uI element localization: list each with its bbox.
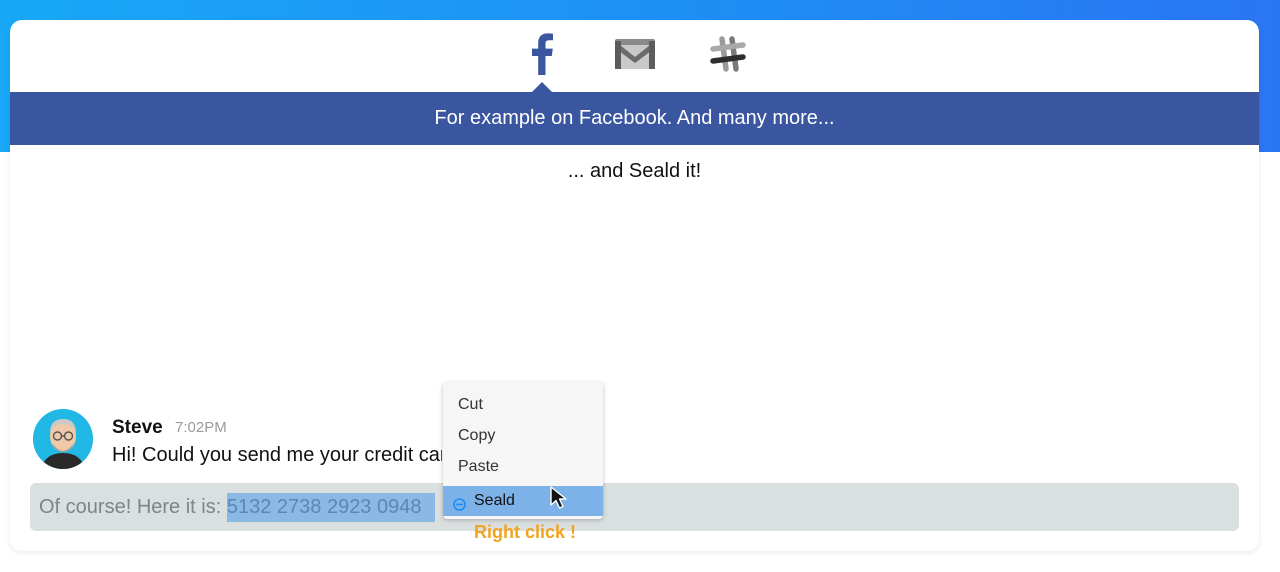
tab-gmail[interactable]: [611, 32, 659, 80]
banner-text: For example on Facebook. And many more..…: [434, 107, 835, 129]
sender-name: Steve: [112, 417, 163, 438]
right-click-hint: Right click !: [474, 522, 577, 542]
gmail-icon: [614, 38, 656, 75]
avatar: [33, 409, 93, 469]
facebook-icon: [530, 32, 554, 80]
menu-item-cut[interactable]: Cut: [443, 393, 603, 424]
tab-facebook[interactable]: [518, 32, 566, 80]
menu-item-paste[interactable]: Paste: [443, 455, 603, 486]
reply-text: Of course! Here it is:: [39, 495, 227, 518]
context-menu: Cut Copy Paste Seald: [443, 382, 603, 519]
message-time: 7:02PM: [175, 419, 227, 436]
active-tab-pointer: [532, 82, 552, 92]
menu-item-seald-label: Seald: [474, 492, 515, 509]
seald-icon: [453, 495, 466, 511]
incoming-message: Hi! Could you send me your credit card: [112, 444, 442, 466]
tab-slack[interactable]: [704, 32, 752, 80]
menu-item-copy[interactable]: Copy: [443, 424, 603, 455]
mouse-cursor-icon: [549, 485, 571, 511]
slack-icon: [707, 33, 749, 80]
demo-card: For example on Facebook. And many more..…: [10, 20, 1259, 551]
reply-input[interactable]: Of course! Here it is: 5132 2738 2923 09…: [30, 483, 1239, 531]
platform-banner: For example on Facebook. And many more..…: [10, 92, 1259, 145]
selected-card-number[interactable]: 5132 2738 2923 0948: [226, 492, 435, 522]
menu-item-seald[interactable]: Seald: [443, 486, 603, 516]
seald-subtitle: ... and Seald it!: [567, 160, 702, 182]
app-tabs: [10, 20, 1259, 92]
